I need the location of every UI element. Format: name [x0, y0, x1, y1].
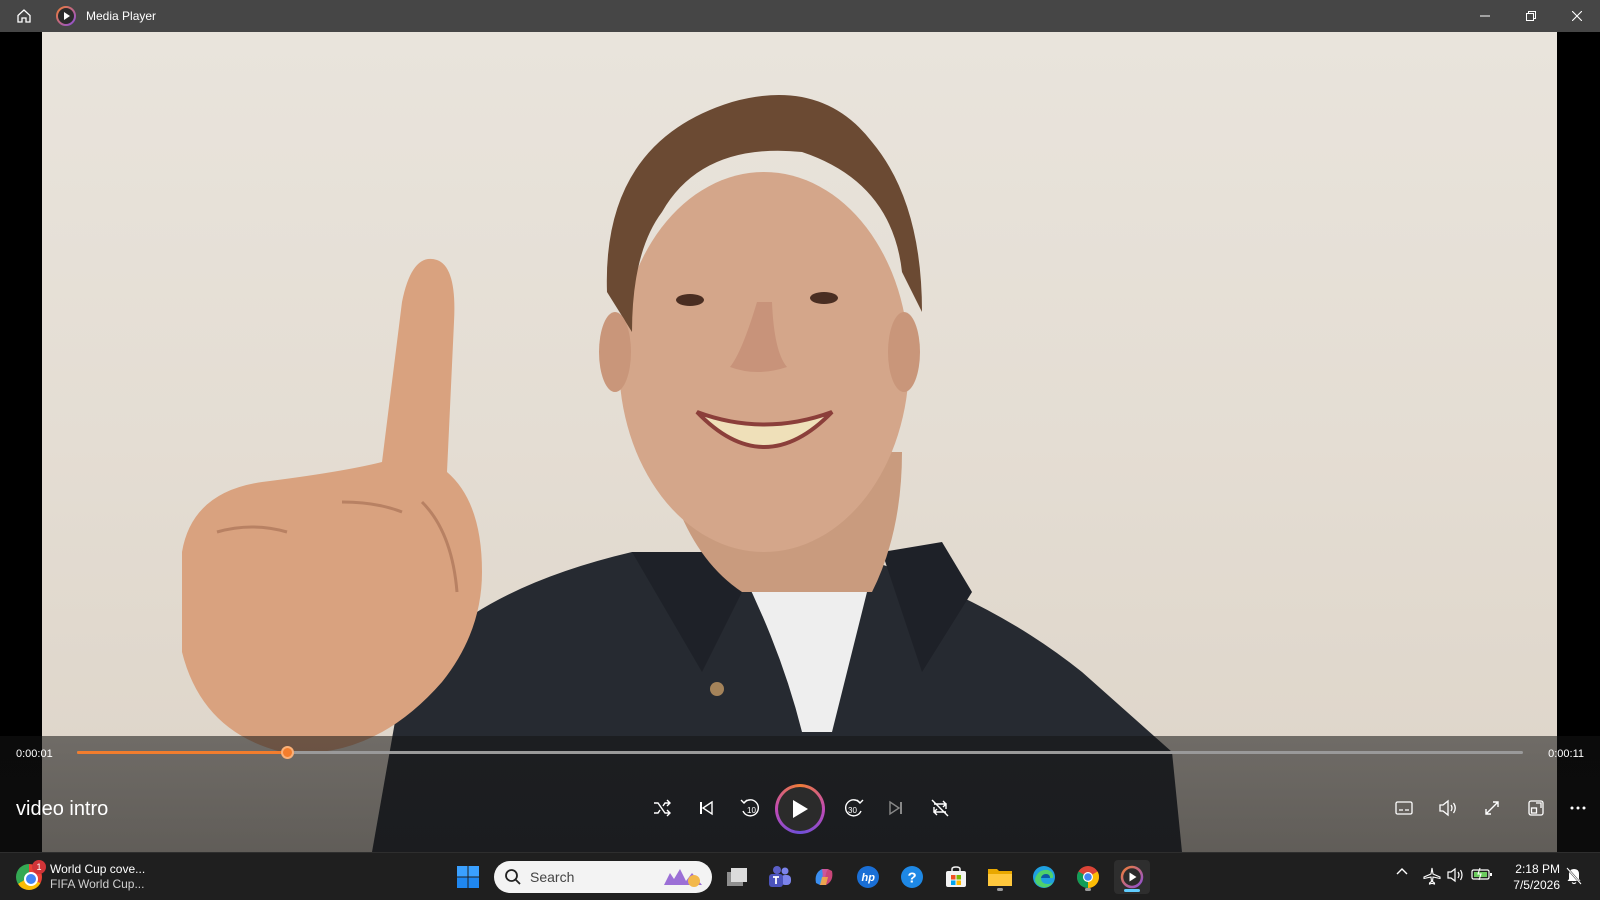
- airplane-mode-button[interactable]: [1422, 867, 1442, 885]
- total-time: 0:00:11: [1548, 748, 1584, 760]
- previous-icon: [700, 800, 713, 816]
- edge-icon: [1033, 866, 1055, 888]
- start-button[interactable]: [450, 860, 486, 894]
- chevron-up-icon: [1396, 868, 1408, 875]
- copilot-icon: [815, 869, 833, 885]
- chrome-icon: [1077, 866, 1099, 888]
- play-button-inner: [778, 787, 822, 831]
- volume-icon: [1439, 799, 1456, 817]
- skip-back-label: 10: [747, 806, 756, 815]
- seek-bar-progress: [77, 751, 287, 754]
- close-button[interactable]: [1554, 0, 1600, 32]
- hp-icon: hp: [857, 866, 879, 888]
- play-button[interactable]: [775, 784, 825, 834]
- news-widget-icon: 1: [16, 860, 46, 890]
- fullscreen-icon: [1485, 801, 1499, 815]
- next-icon: [889, 800, 902, 816]
- clock-time: 2:18 PM: [1515, 862, 1560, 876]
- play-icon: [793, 800, 808, 818]
- svg-text:hp: hp: [862, 872, 876, 884]
- file-explorer-button[interactable]: [982, 860, 1018, 894]
- volume-tray-button[interactable]: [1446, 867, 1466, 883]
- teams-button[interactable]: [762, 860, 798, 894]
- speaker-icon: [1447, 867, 1463, 883]
- news-title: World Cup cove...: [50, 862, 146, 876]
- skip-back-10-icon: 10: [740, 799, 759, 817]
- minimize-icon: [1480, 15, 1490, 17]
- news-badge: 1: [32, 860, 46, 874]
- store-icon: [946, 866, 966, 887]
- hp-button[interactable]: hp: [850, 860, 886, 894]
- window-title: Media Player: [86, 9, 157, 23]
- taskbar: 1 World Cup cove... FIFA World Cup... Se…: [0, 852, 1600, 900]
- repeat-button[interactable]: [920, 788, 960, 828]
- battery-charging-icon: [1471, 867, 1492, 881]
- news-widget[interactable]: 1 World Cup cove... FIFA World Cup...: [16, 859, 166, 895]
- task-view-icon: [727, 868, 747, 886]
- seek-bar[interactable]: [77, 746, 1523, 759]
- system-clock[interactable]: 2:18 PM 7/5/2026: [1500, 861, 1560, 893]
- title-bar: Media Player: [0, 0, 1600, 32]
- home-button[interactable]: [0, 0, 48, 32]
- media-player-logo-icon: [56, 6, 76, 26]
- home-icon: [17, 9, 31, 23]
- shuffle-button[interactable]: [642, 788, 682, 828]
- volume-button[interactable]: [1428, 788, 1468, 828]
- news-subtitle: FIFA World Cup...: [50, 877, 145, 891]
- show-hidden-icons-button[interactable]: [1394, 867, 1410, 875]
- search-icon: [505, 869, 521, 885]
- media-player-window: Media Player 0:00:01 0:00:11 video intro: [0, 0, 1600, 852]
- battery-button[interactable]: [1470, 867, 1494, 881]
- close-icon: [1572, 11, 1582, 21]
- skip-forward-label: 30: [848, 806, 857, 815]
- media-player-taskbar-button[interactable]: [1114, 860, 1150, 894]
- running-indicator: [1085, 888, 1091, 891]
- mini-player-button[interactable]: [1516, 788, 1556, 828]
- shuffle-icon: [654, 799, 671, 817]
- windows-start-icon: [457, 866, 479, 888]
- minimize-button[interactable]: [1462, 0, 1508, 32]
- clock-date: 7/5/2026: [1513, 878, 1560, 892]
- restore-icon: [1526, 11, 1536, 21]
- search-placeholder: Search: [530, 869, 575, 885]
- active-indicator: [1124, 889, 1140, 892]
- copilot-button[interactable]: [806, 860, 842, 894]
- repeat-icon: [931, 799, 949, 817]
- task-view-button[interactable]: [719, 860, 755, 894]
- restore-button[interactable]: [1508, 0, 1554, 32]
- edge-button[interactable]: [1026, 860, 1062, 894]
- fullscreen-button[interactable]: [1472, 788, 1512, 828]
- skip-forward-button[interactable]: 30: [834, 788, 874, 828]
- svg-text:?: ?: [908, 870, 917, 887]
- subtitles-button[interactable]: [1384, 788, 1424, 828]
- playback-controls: 0:00:01 0:00:11 video intro 10 30: [0, 736, 1600, 852]
- notifications-button[interactable]: [1564, 867, 1584, 885]
- video-image: [182, 95, 1182, 852]
- chrome-button[interactable]: [1070, 860, 1106, 894]
- store-button[interactable]: [938, 860, 974, 894]
- help-button[interactable]: ?: [894, 860, 930, 894]
- file-explorer-icon: [988, 869, 1012, 886]
- running-indicator: [997, 888, 1003, 891]
- media-player-icon: [1120, 865, 1144, 889]
- video-frame[interactable]: [42, 32, 1557, 852]
- next-button[interactable]: [876, 788, 916, 828]
- search-box[interactable]: Search: [494, 861, 712, 893]
- skip-back-button[interactable]: 10: [730, 788, 770, 828]
- help-icon: ?: [901, 866, 923, 888]
- subtitles-icon: [1395, 801, 1413, 815]
- seek-bar-thumb[interactable]: [280, 746, 294, 759]
- search-highlight-icon: [664, 869, 702, 887]
- previous-button[interactable]: [686, 788, 726, 828]
- airplane-icon: [1423, 867, 1441, 885]
- more-icon: [1570, 806, 1586, 810]
- video-title: video intro: [16, 798, 109, 820]
- teams-icon: [769, 866, 791, 887]
- more-button[interactable]: [1560, 788, 1596, 828]
- notification-bell-icon: [1566, 867, 1582, 885]
- news-text: World Cup cove... FIFA World Cup...: [50, 862, 145, 892]
- skip-forward-30-icon: 30: [845, 799, 864, 817]
- mini-player-icon: [1528, 800, 1544, 816]
- current-time: 0:00:01: [16, 748, 53, 760]
